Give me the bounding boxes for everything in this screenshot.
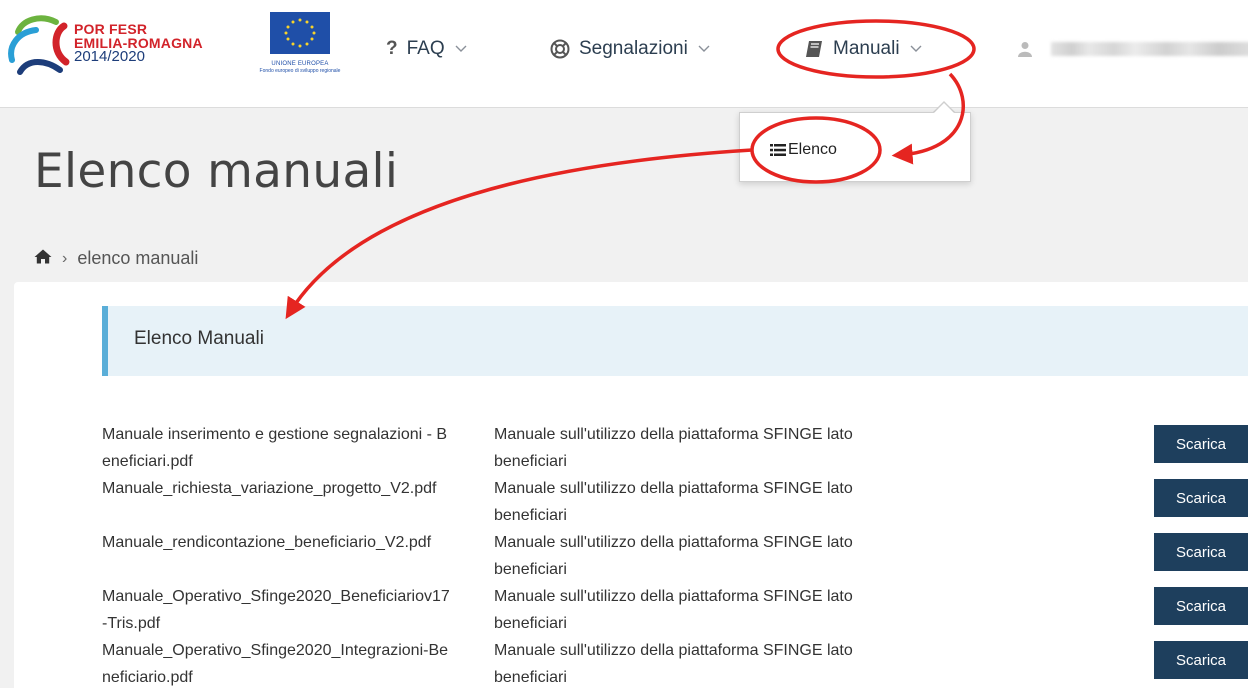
chevron-down-icon xyxy=(455,45,467,53)
file-name: Manuale_Operativo_Sfinge2020_Integrazion… xyxy=(102,642,449,686)
file-name: Manuale_richiesta_variazione_progetto_V2… xyxy=(102,480,437,497)
file-row: Manuale inserimento e gestione segnalazi… xyxy=(102,421,1248,475)
nav-manuali-label: Manuali xyxy=(833,38,900,59)
breadcrumb: › elenco manuali xyxy=(34,248,198,269)
eu-logo: UNIONE EUROPEA Fondo europeo di sviluppo… xyxy=(252,12,348,92)
dropdown-item-elenco[interactable]: Elenco xyxy=(770,141,837,159)
download-button[interactable]: Scarica xyxy=(1154,641,1248,679)
por-fesr-logo[interactable]: POR FESR EMILIA-ROMAGNA 2014/2020 xyxy=(6,10,246,82)
file-row: Manuale_Operativo_Sfinge2020_Integrazion… xyxy=(102,637,1248,688)
file-description: Manuale sull'utilizzo della piattaforma … xyxy=(494,426,853,470)
file-description: Manuale sull'utilizzo della piattaforma … xyxy=(494,642,853,686)
file-row: Manuale_Operativo_Sfinge2020_Beneficiari… xyxy=(102,583,1248,637)
file-name: Manuale_rendicontazione_beneficiario_V2.… xyxy=(102,534,432,551)
user-icon xyxy=(1018,41,1032,57)
nav-manuali[interactable]: Manuali xyxy=(804,36,922,62)
list-icon xyxy=(770,143,786,157)
file-row: Manuale_rendicontazione_beneficiario_V2.… xyxy=(102,529,1248,583)
eu-flag-icon xyxy=(270,12,330,54)
nav-faq[interactable]: ? FAQ xyxy=(386,36,467,62)
dropdown-caret-inner xyxy=(934,103,954,113)
nav-segnalazioni-label: Segnalazioni xyxy=(579,38,688,59)
home-icon[interactable] xyxy=(34,248,52,269)
page-title: Elenco manuali xyxy=(34,144,399,199)
download-button[interactable]: Scarica xyxy=(1154,587,1248,625)
dropdown-item-elenco-label: Elenco xyxy=(788,141,837,158)
por-fesr-text: POR FESR EMILIA-ROMAGNA 2014/2020 xyxy=(74,22,203,64)
file-description: Manuale sull'utilizzo della piattaforma … xyxy=(494,480,853,524)
manuali-dropdown: Elenco xyxy=(739,112,971,182)
download-button[interactable]: Scarica xyxy=(1154,425,1248,463)
lifebuoy-icon xyxy=(550,39,570,59)
download-button[interactable]: Scarica xyxy=(1154,533,1248,571)
file-name: Manuale inserimento e gestione segnalazi… xyxy=(102,426,448,470)
book-icon xyxy=(804,40,824,58)
por-line3: 2014/2020 xyxy=(74,48,145,65)
por-line1: POR FESR xyxy=(74,21,148,37)
breadcrumb-current: elenco manuali xyxy=(77,248,199,268)
nav-user-menu[interactable] xyxy=(1018,36,1248,62)
file-name: Manuale_Operativo_Sfinge2020_Beneficiari… xyxy=(102,588,450,632)
question-icon: ? xyxy=(386,38,398,59)
file-row: Manuale_richiesta_variazione_progetto_V2… xyxy=(102,475,1248,529)
eu-line2: Fondo europeo di sviluppo regionale xyxy=(259,68,341,74)
file-description: Manuale sull'utilizzo della piattaforma … xyxy=(494,588,853,632)
nav-segnalazioni[interactable]: Segnalazioni xyxy=(550,36,710,62)
eu-line1: UNIONE EUROPEA xyxy=(271,61,329,67)
download-button[interactable]: Scarica xyxy=(1154,479,1248,517)
breadcrumb-separator: › xyxy=(62,249,68,267)
section-title: Elenco Manuali xyxy=(134,328,264,349)
chevron-down-icon xyxy=(698,45,710,53)
file-description: Manuale sull'utilizzo della piattaforma … xyxy=(494,534,853,578)
nav-faq-label: FAQ xyxy=(406,38,445,59)
por-swoosh-icon xyxy=(8,15,70,75)
chevron-down-icon xyxy=(910,45,922,53)
top-header: POR FESR EMILIA-ROMAGNA 2014/2020 UNIONE… xyxy=(0,0,1248,108)
user-name-redacted xyxy=(1051,42,1248,56)
manuals-panel: Elenco Manuali Manuale inserimento e ges… xyxy=(14,282,1248,688)
section-header: Elenco Manuali xyxy=(102,306,1248,376)
